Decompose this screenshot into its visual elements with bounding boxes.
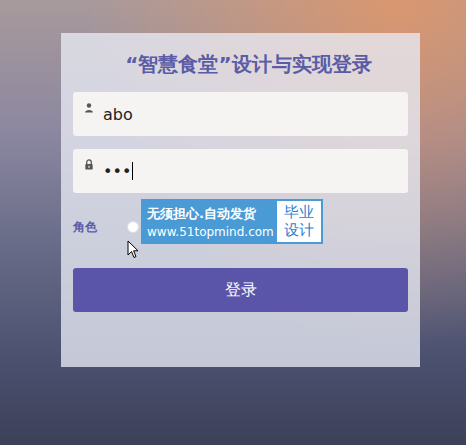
login-title: “智慧食堂”设计与实现登录 <box>89 51 408 78</box>
watermark-ad: 无须担心.自动发货www.51topmind.com毕业设计 <box>141 199 323 244</box>
badge-text: 毕业 <box>284 204 314 221</box>
watermark-badge: 毕业设计 <box>277 201 321 242</box>
field-value: ••• <box>103 162 131 181</box>
watermark-url: www.51topmind.com <box>147 225 277 239</box>
role-radio[interactable] <box>127 221 139 233</box>
mouse-cursor-icon <box>127 240 139 259</box>
watermark-line: 无须担心.自动发货 <box>147 205 277 223</box>
login-button[interactable]: 登录 <box>73 268 408 312</box>
login-page: “智慧食堂”设计与实现登录 abo ••• 角色登录 无须担心.自动发货 www.51to… <box>0 0 466 445</box>
username-field[interactable]: abo <box>73 92 408 136</box>
lock-icon <box>84 159 94 170</box>
password-field[interactable]: ••• <box>73 149 408 193</box>
user-icon <box>84 102 94 113</box>
watermark-text: 无须担心.自动发货 www.51topmind.com <box>143 201 277 242</box>
badge-text: 设计 <box>284 222 314 239</box>
field-value: abo <box>103 105 133 124</box>
role-label: 角色 <box>73 219 97 236</box>
text-caret <box>132 162 133 180</box>
